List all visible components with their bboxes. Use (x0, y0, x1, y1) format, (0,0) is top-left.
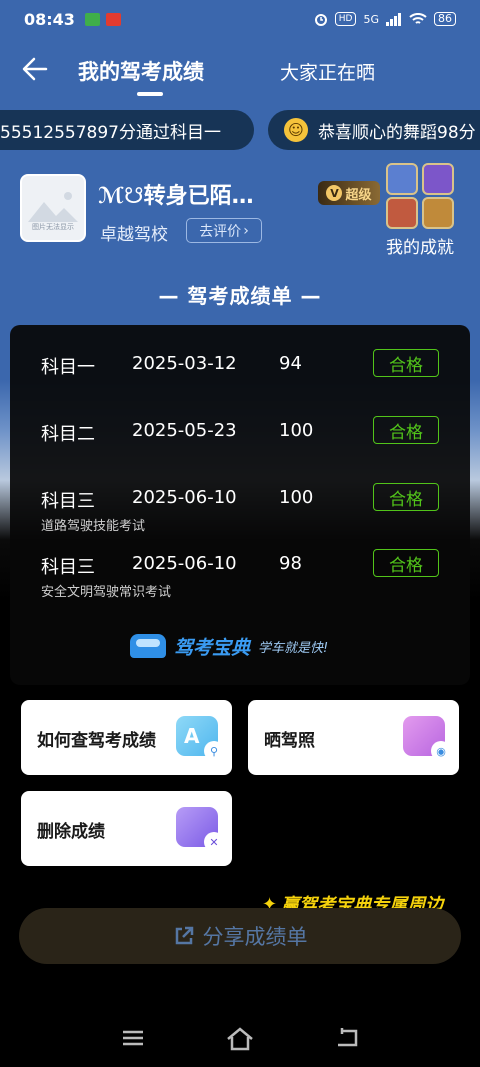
back-arrow-icon[interactable] (20, 54, 50, 84)
ticker-item: 55512557897分通过科目一 (0, 110, 254, 150)
rate-label: 去评价 (199, 223, 242, 240)
ticker-item: ☺ 恭喜顺心的舞蹈98分 (268, 110, 480, 150)
how-to-query-scores-card[interactable]: 如何查驾考成绩 A ⚲ (21, 700, 232, 775)
tab-my-scores[interactable]: 我的驾考成绩 (78, 56, 204, 86)
subject: 科目三 (41, 491, 95, 512)
score-row: 科目三 2025-06-10 98 合格 安全文明驾驶常识考试 (10, 543, 470, 603)
share-label: 分享成绩单 (202, 925, 308, 949)
vip-label: 超级 (345, 187, 372, 203)
network-icon: 5G (363, 12, 379, 26)
share-license-card[interactable]: 晒驾照 ◉ (248, 700, 459, 775)
status-bar: 08:43 HD 5G 86 (0, 0, 480, 38)
card-label: 如何查驾考成绩 (37, 731, 156, 751)
wifi-icon (409, 12, 427, 24)
hd-icon: HD (334, 12, 357, 26)
achievement-badge-icon (422, 197, 454, 229)
avatar-caption: 图片无法显示 (32, 223, 74, 231)
tab-everyone-sharing[interactable]: 大家正在晒 (280, 58, 375, 85)
delete-scores-card[interactable]: 删除成绩 ✕ (21, 791, 232, 866)
achievement-badges[interactable] (386, 163, 456, 229)
card-label: 晒驾照 (264, 731, 315, 751)
brand-name: 驾考宝典 (174, 636, 251, 659)
subject: 科目三 (41, 557, 95, 578)
camera-icon: ◉ (431, 741, 451, 761)
driving-school-name: 卓越驾校 (100, 225, 168, 245)
app-notification-icon (84, 12, 100, 26)
score-row: 科目一 2025-03-12 94 合格 (10, 343, 470, 403)
vip-badge[interactable]: V 超级 (318, 181, 380, 205)
active-tab-indicator (137, 92, 163, 96)
exam-date: 2025-06-10 (132, 553, 237, 574)
pass-badge: 合格 (373, 549, 439, 577)
exam-note: 道路驾驶技能考试 (41, 519, 146, 534)
score-sheet-card: 科目一 2025-03-12 94 合格 科目二 2025-05-23 100 … (10, 325, 470, 685)
achievement-badge-icon (386, 197, 418, 229)
home-icon[interactable] (225, 1026, 255, 1054)
exam-date: 2025-06-10 (132, 487, 237, 508)
exam-date: 2025-03-12 (132, 353, 237, 374)
back-icon[interactable] (334, 1026, 364, 1054)
achievement-label[interactable]: 我的成就 (386, 233, 454, 258)
achievement-badge-icon (386, 163, 418, 195)
top-nav: 我的驾考成绩 大家正在晒 (0, 46, 480, 96)
exam-note: 安全文明驾驶常识考试 (41, 585, 172, 600)
exam-score: 94 (279, 353, 302, 374)
pass-badge: 合格 (373, 416, 439, 444)
brand-logo: 驾考宝典 学车就是快! (130, 631, 328, 661)
alarm-icon (314, 14, 327, 26)
avatar[interactable]: 图片无法显示 (20, 174, 86, 242)
rate-school-button[interactable]: 去评价 › (186, 218, 262, 243)
exam-score: 98 (279, 553, 302, 574)
image-placeholder-icon (28, 192, 78, 222)
subject: 科目二 (41, 424, 95, 445)
ticker-text: 恭喜顺心的舞蹈98分 (318, 122, 476, 143)
menu-icon[interactable] (120, 1026, 150, 1054)
status-right: HD 5G 86 (314, 12, 456, 26)
score-sheet-title: — 驾考成绩单 — (158, 284, 322, 308)
subject: 科目一 (41, 357, 95, 378)
exam-score: 100 (279, 487, 314, 508)
share-icon (175, 926, 193, 945)
ticker-text: 55512557897分通过科目一 (0, 122, 221, 143)
screen: 08:43 HD 5G 86 我的驾考成绩 大家正在晒 55512557897分… (0, 0, 480, 1067)
pass-badge: 合格 (373, 483, 439, 511)
score-row: 科目三 2025-06-10 100 合格 道路驾驶技能考试 (10, 477, 470, 537)
magnifier-icon: ⚲ (204, 741, 224, 761)
vip-v-icon: V (326, 185, 343, 201)
exam-date: 2025-05-23 (132, 420, 237, 441)
username: ℳ☋转身已陌… (98, 184, 254, 209)
status-time: 08:43 (24, 9, 75, 29)
chevron-right-icon: › (243, 222, 249, 239)
card-label: 删除成绩 (37, 822, 105, 842)
system-nav-bar (0, 1020, 480, 1058)
car-logo-icon (130, 634, 166, 658)
brand-slogan: 学车就是快! (258, 640, 329, 656)
notification-icons (84, 12, 121, 26)
score-row: 科目二 2025-05-23 100 合格 (10, 410, 470, 470)
app-notification-icon (105, 12, 121, 26)
smile-emoji-icon: ☺ (284, 118, 308, 142)
pass-badge: 合格 (373, 349, 439, 377)
battery-icon: 86 (434, 12, 456, 26)
exam-score: 100 (279, 420, 314, 441)
achievement-badge-icon (422, 163, 454, 195)
share-score-sheet-button[interactable]: 分享成绩单 (19, 908, 461, 964)
signal-icon (386, 12, 401, 26)
congrats-ticker: 55512557897分通过科目一 ☺ 恭喜顺心的舞蹈98分 (0, 110, 480, 152)
close-icon: ✕ (204, 832, 224, 852)
